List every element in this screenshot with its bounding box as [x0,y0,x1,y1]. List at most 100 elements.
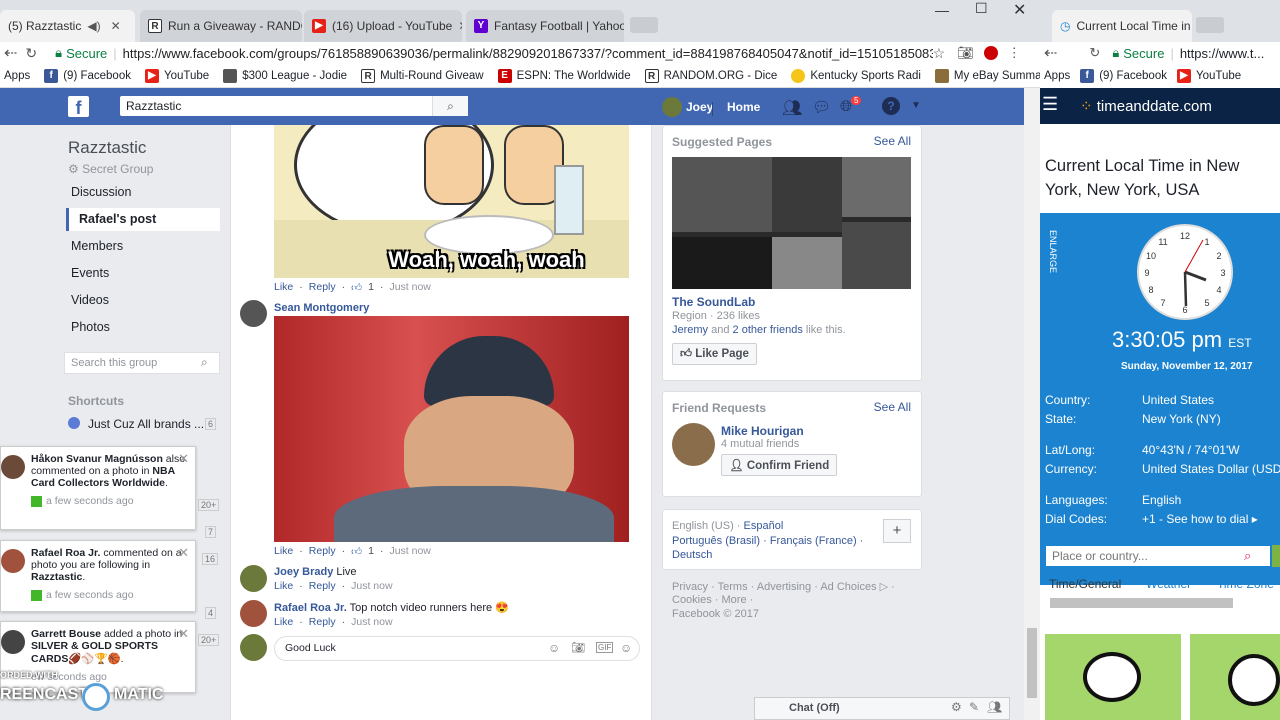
bookmark-facebook[interactable]: f (9) Facebook [44,68,131,83]
close-tab-icon[interactable]: ✕ [458,19,462,33]
profile-link[interactable]: Joey [686,100,713,114]
hamburger-menu-icon[interactable]: ☰ [1042,94,1058,115]
gif-image[interactable]: Woah, woah, woah [274,125,629,278]
nav-rafaels-post[interactable]: Rafael's post [79,212,156,226]
messenger-icon[interactable]: 💬︎ [812,98,831,116]
dropdown-arrow-icon[interactable]: ▼ [911,100,921,111]
nav-members[interactable]: Members [71,239,123,253]
see-all-link[interactable]: See All [874,134,911,148]
user-avatar[interactable] [662,97,682,117]
url-field[interactable]: https://www.facebook.com/groups/76185889… [123,46,933,61]
close-icon[interactable]: ✕ [178,545,189,561]
bookmark-league[interactable]: $300 League - Jodie [223,68,347,83]
nav-time-zone[interactable]: Time Zone [1217,577,1274,591]
tab-timeanddate[interactable]: ◷ Current Local Time in ✕ [1052,10,1192,42]
bookmark-star-icon[interactable]: ☆ [933,45,946,62]
commenter-name[interactable]: Sean Montgomery [274,302,369,314]
help-icon[interactable]: ? [882,97,900,115]
like-link[interactable]: Like [274,580,293,592]
shortcut-item[interactable]: Just Cuz All brands ... [88,417,204,431]
comment-input[interactable]: Good Luck [274,636,640,661]
maximize-icon[interactable]: ☐ [975,0,988,17]
like-page-button[interactable]: 👍︎ Like Page [672,343,757,365]
back-icon[interactable]: ⇠ [1044,43,1057,63]
home-link[interactable]: Home [727,100,760,114]
like-reaction-icon[interactable]: 👍︎ [351,281,362,294]
extension-icon[interactable] [983,46,998,60]
reply-link[interactable]: Reply [309,545,336,558]
language-link[interactable]: Deutsch [672,549,712,561]
notification-popup[interactable]: ✕ Håkon Svanur Magnússon also commented … [0,446,196,530]
bookmark-random-dice[interactable]: R RANDOM.ORG - Dice [644,68,777,83]
horizontal-scrollbar[interactable] [1050,598,1233,608]
camera-icon[interactable]: 📷︎ [571,641,585,654]
language-link[interactable]: Português (Brasil) [672,535,760,547]
bookmark-youtube[interactable]: ▶ YouTube [1176,69,1241,83]
reply-link[interactable]: Reply [309,281,336,294]
tab-youtube[interactable]: ▶ (16) Upload - YouTube ✕ [304,10,462,42]
nav-videos[interactable]: Videos [71,293,109,307]
reload-icon[interactable]: ↻ [1089,45,1100,61]
commenter-avatar[interactable] [240,300,267,327]
close-icon[interactable]: ✕ [178,451,189,467]
bookmark-giveaway[interactable]: R Multi-Round Giveaw [361,68,484,83]
bookmark-ebay[interactable]: My eBay Summary [934,68,1051,83]
search-icon[interactable]: ⌕ [201,355,208,370]
sticker-icon[interactable]: ☺ [620,641,632,655]
url-field[interactable]: https://www.t... [1180,46,1265,61]
gear-icon[interactable]: ⚙ [951,700,962,714]
emoji-icon[interactable]: ☺ [548,641,560,655]
close-tab-icon[interactable]: ✕ [111,19,121,33]
nav-weather[interactable]: Weather [1146,577,1191,591]
tab-facebook[interactable]: (5) Razztastic ◀) ✕ [0,10,135,42]
page-cover-image[interactable] [672,157,911,289]
commenter-name[interactable]: Rafael Roa Jr. [274,602,347,614]
enlarge-button[interactable]: ENLARGE [1048,230,1058,273]
comment-time[interactable]: Just now [389,281,430,294]
gif-image[interactable] [274,316,629,542]
new-tab-button[interactable] [1196,17,1224,33]
comment-time[interactable]: Just now [351,580,392,592]
bookmark-facebook[interactable]: f (9) Facebook [1080,69,1167,83]
commenter-avatar[interactable] [240,600,267,627]
group-name[interactable]: Razztastic [68,138,146,158]
new-tab-button[interactable] [630,17,658,33]
group-chat-icon[interactable]: 👥︎ [987,700,1002,714]
comment-time[interactable]: Just now [389,545,430,558]
compose-icon[interactable]: ✎ [969,700,979,714]
reload-icon[interactable]: ↻ [25,45,37,62]
brand-logo[interactable]: ⁘ timeanddate.com [1080,97,1212,115]
search-icon[interactable]: ⌕ [1244,548,1251,564]
promo-tile[interactable] [1190,634,1280,720]
facebook-logo-icon[interactable]: f [68,96,89,118]
promo-tile[interactable] [1045,634,1181,720]
like-link[interactable]: Like [274,281,293,294]
bookmark-ksr[interactable]: Kentucky Sports Radi [791,68,921,83]
nav-events[interactable]: Events [71,266,109,280]
minimize-icon[interactable]: — [935,2,949,18]
window-close-icon[interactable]: ✕ [1013,0,1026,20]
audio-icon[interactable]: ◀) [87,19,100,33]
bookmark-apps[interactable]: Apps [4,70,30,82]
tab-random[interactable]: R Run a Giveaway - RANDO ✕ [140,10,302,42]
requester-avatar[interactable] [672,423,715,466]
confirm-friend-button[interactable]: 👤︎ Confirm Friend [721,454,838,476]
search-button[interactable] [1272,545,1280,567]
footer-links[interactable]: Cookies · More · [672,594,753,606]
see-all-link[interactable]: See All [874,400,911,414]
footer-links[interactable]: Privacy · Terms · Advertising · Ad Choic… [672,580,895,593]
nav-time-general[interactable]: Time/General [1049,577,1121,591]
nav-photos[interactable]: Photos [71,320,110,334]
search-icon[interactable]: ⌕ [432,96,468,116]
mutual-friends[interactable]: 4 mutual friends [721,438,799,450]
commenter-avatar[interactable] [240,565,267,592]
friend-requests-icon[interactable]: 👥︎ [782,98,802,118]
bookmark-apps[interactable]: Apps [1044,70,1070,82]
tab-yahoo[interactable]: Y Fantasy Football | Yahoo! ✕ [466,10,624,42]
language-link[interactable]: Español [744,520,784,532]
gif-icon[interactable]: GIF [596,642,614,653]
reply-link[interactable]: Reply [309,580,336,592]
nav-discussion[interactable]: Discussion [71,185,131,199]
dial-link[interactable]: +1 - See how to dial ▸ [1142,512,1258,526]
like-reaction-icon[interactable]: 👍︎ [351,545,362,558]
